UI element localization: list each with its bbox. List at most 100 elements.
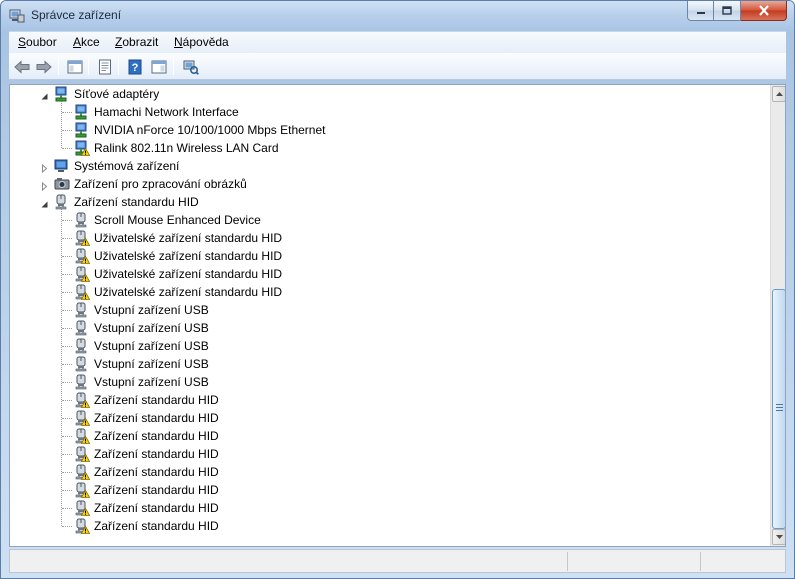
collapse-triangle-icon[interactable] xyxy=(40,198,49,208)
tree-item-label: Vstupní zařízení USB xyxy=(94,303,209,317)
tree-item-label: Síťové adaptéry xyxy=(74,87,160,101)
back-button[interactable] xyxy=(12,57,32,76)
action-pane-icon xyxy=(151,60,167,73)
tree-device-item[interactable]: Zařízení standardu HID xyxy=(74,517,219,535)
device-manager-icon xyxy=(9,7,25,23)
toolbar-separator xyxy=(58,58,59,75)
hid-device-warning-icon xyxy=(74,446,91,462)
network-adapter-icon xyxy=(74,122,90,138)
collapse-triangle-icon[interactable] xyxy=(40,90,49,100)
tree-device-item[interactable]: Vstupní zařízení USB xyxy=(74,337,209,355)
maximize-button[interactable] xyxy=(714,1,741,21)
tree-device-item[interactable]: Zařízení standardu HID xyxy=(74,481,219,499)
tree-item-label: Scroll Mouse Enhanced Device xyxy=(94,213,261,227)
tree-item-label: Zařízení standardu HID xyxy=(94,501,219,515)
menu-help[interactable]: Nápověda xyxy=(174,35,229,49)
tree-device-item[interactable]: Zařízení standardu HID xyxy=(74,409,219,427)
show-hide-tree-button[interactable] xyxy=(65,57,85,76)
imaging-device-icon xyxy=(54,176,70,192)
status-segment xyxy=(700,552,701,571)
scan-hardware-button[interactable] xyxy=(181,57,201,76)
hid-device-warning-icon xyxy=(74,392,91,408)
tree-connector-line xyxy=(62,148,72,149)
tree-item-label: Ralink 802.11n Wireless LAN Card xyxy=(94,141,279,155)
tree-connector-line xyxy=(62,418,72,419)
tree-connector-line xyxy=(62,310,72,311)
forward-button[interactable] xyxy=(34,57,54,76)
chevron-down-icon xyxy=(775,535,783,539)
tree-device-item[interactable]: Zařízení standardu HID xyxy=(74,499,219,517)
device-manager-window: Správce zařízení Soubor Akce Zobrazit Ná… xyxy=(0,0,795,579)
close-button[interactable] xyxy=(741,1,787,21)
hid-device-icon xyxy=(74,338,90,354)
tree-category[interactable]: Systémová zařízení xyxy=(54,157,179,175)
tree-connector-line xyxy=(62,400,72,401)
expand-triangle-icon[interactable] xyxy=(40,180,49,192)
scroll-up-button[interactable] xyxy=(772,86,785,102)
menu-file[interactable]: Soubor xyxy=(18,35,57,49)
scroll-thumb[interactable] xyxy=(772,289,785,529)
title-bar[interactable]: Správce zařízení xyxy=(1,1,794,31)
tree-connector-line xyxy=(62,436,72,437)
hid-device-icon xyxy=(54,194,70,210)
hid-device-icon xyxy=(74,320,90,336)
tree-device-item[interactable]: Hamachi Network Interface xyxy=(74,103,239,121)
tree-connector-line xyxy=(62,364,72,365)
hid-device-warning-icon xyxy=(74,518,91,534)
network-adapter-warning-icon xyxy=(74,140,91,156)
tree-connector-line xyxy=(61,101,62,148)
tree-item-label: Uživatelské zařízení standardu HID xyxy=(94,267,283,281)
tree-device-item[interactable]: Scroll Mouse Enhanced Device xyxy=(74,211,261,229)
tree-device-item[interactable]: Ralink 802.11n Wireless LAN Card xyxy=(74,139,279,157)
tree-device-item[interactable]: Uživatelské zařízení standardu HID xyxy=(74,247,282,265)
tree-category[interactable]: Zařízení pro zpracování obrázků xyxy=(54,175,247,193)
hid-device-warning-icon xyxy=(74,482,91,498)
toolbar-separator xyxy=(173,58,174,75)
action-pane-button[interactable] xyxy=(149,57,169,76)
hid-device-warning-icon xyxy=(74,284,91,300)
status-bar xyxy=(9,549,786,573)
tree-device-item[interactable]: Zařízení standardu HID xyxy=(74,427,219,445)
tree-device-item[interactable]: Zařízení standardu HID xyxy=(74,445,219,463)
menu-view[interactable]: Zobrazit xyxy=(115,35,158,49)
tree-device-item[interactable]: Zařízení standardu HID xyxy=(74,391,219,409)
svg-text:?: ? xyxy=(132,62,139,74)
tree-category[interactable]: Síťové adaptéry xyxy=(54,85,159,103)
tree-device-item[interactable]: Vstupní zařízení USB xyxy=(74,355,209,373)
show-hide-console-tree-icon xyxy=(67,60,83,73)
vertical-scrollbar[interactable] xyxy=(770,85,785,546)
tree-device-item[interactable]: Zařízení standardu HID xyxy=(74,463,219,481)
tree-device-item[interactable]: Vstupní zařízení USB xyxy=(74,301,209,319)
tree-item-label: NVIDIA nForce 10/100/1000 Mbps Ethernet xyxy=(94,123,326,137)
tree-item-label: Uživatelské zařízení standardu HID xyxy=(94,285,283,299)
tree-device-item[interactable]: Vstupní zařízení USB xyxy=(74,319,209,337)
tree-device-item[interactable]: Uživatelské zařízení standardu HID xyxy=(74,283,282,301)
hid-device-warning-icon xyxy=(74,500,91,516)
tree-item-label: Zařízení standardu HID xyxy=(94,483,219,497)
tree-device-item[interactable]: NVIDIA nForce 10/100/1000 Mbps Ethernet xyxy=(74,121,325,139)
tree-item-label: Zařízení standardu HID xyxy=(94,465,219,479)
hid-device-warning-icon xyxy=(74,464,91,480)
tree-device-item[interactable]: Vstupní zařízení USB xyxy=(74,373,209,391)
tree-connector-line xyxy=(62,346,72,347)
properties-button[interactable] xyxy=(95,57,115,76)
tree-device-item[interactable]: Uživatelské zařízení standardu HID xyxy=(74,229,282,247)
expand-triangle-icon[interactable] xyxy=(40,162,49,174)
tree-device-item[interactable]: Uživatelské zařízení standardu HID xyxy=(74,265,282,283)
menu-action[interactable]: Akce xyxy=(73,35,100,49)
minimize-button[interactable] xyxy=(687,1,714,21)
help-icon: ? xyxy=(128,59,142,74)
tree-item-label: Zařízení standardu HID xyxy=(94,447,219,461)
help-button[interactable]: ? xyxy=(125,57,145,76)
tree-category[interactable]: Zařízení standardu HID xyxy=(54,193,199,211)
toolbar: ? xyxy=(9,53,786,80)
hid-device-icon xyxy=(74,356,90,372)
device-tree[interactable]: Síťové adaptéry Hamachi Network Interface… xyxy=(10,85,770,546)
tree-connector-line xyxy=(62,274,72,275)
scroll-down-button[interactable] xyxy=(772,529,785,545)
back-arrow-icon xyxy=(14,59,30,74)
hid-device-warning-icon xyxy=(74,266,91,282)
status-segment xyxy=(567,552,568,571)
hid-device-icon xyxy=(74,374,90,390)
minimize-icon xyxy=(696,11,705,14)
